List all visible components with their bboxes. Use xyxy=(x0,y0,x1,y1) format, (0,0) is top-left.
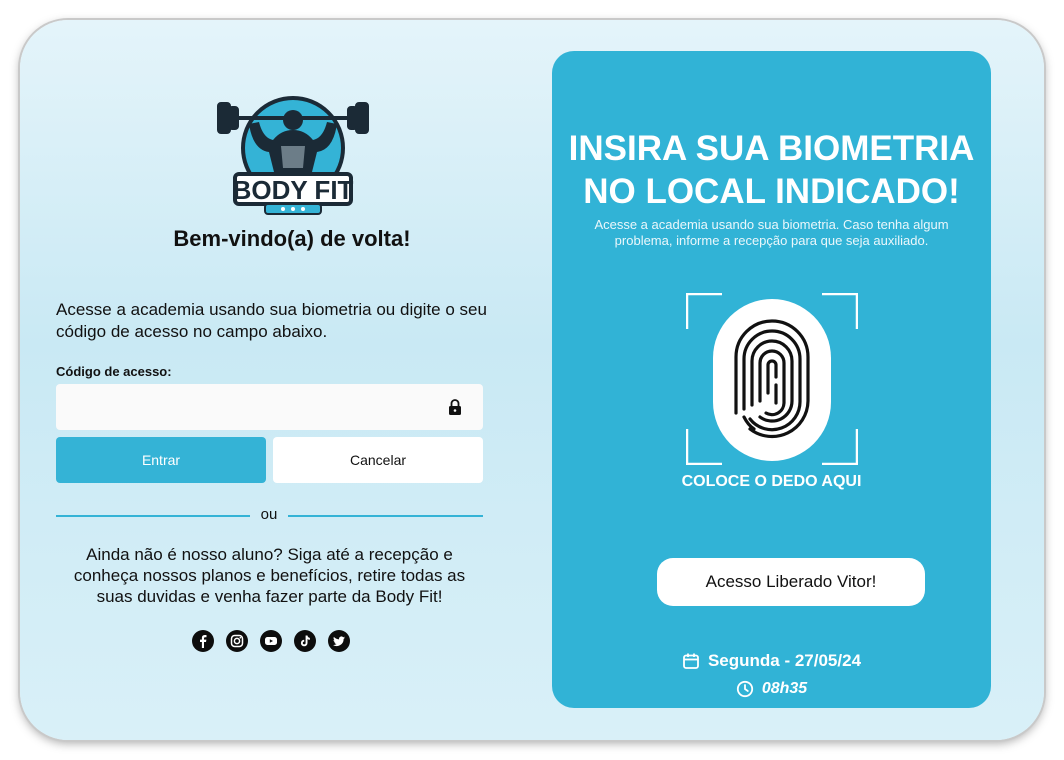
biometric-panel: INSIRA SUA BIOMETRIA NO LOCAL INDICADO! … xyxy=(552,51,991,708)
divider-left xyxy=(56,515,250,517)
facebook-icon[interactable] xyxy=(192,630,214,652)
new-member-notice: Ainda não é nosso aluno? Siga até a rece… xyxy=(73,545,466,606)
access-code-label: Código de acesso: xyxy=(56,364,172,379)
current-date: Segunda - 27/05/24 xyxy=(707,651,862,670)
date-row: Segunda - 27/05/24 xyxy=(552,651,991,671)
biometric-title: INSIRA SUA BIOMETRIA NO LOCAL INDICADO! xyxy=(568,129,975,211)
clock-icon xyxy=(736,680,753,698)
current-time: 08h35 xyxy=(761,680,808,697)
access-status-badge: Acesso Liberado Vitor! xyxy=(657,558,925,606)
social-links xyxy=(192,630,350,652)
tiktok-icon[interactable] xyxy=(294,630,316,652)
divider-text: ou xyxy=(260,506,278,523)
lock-icon xyxy=(449,399,461,415)
place-finger-label: COLOCE O DEDO AQUI xyxy=(681,473,862,490)
calendar-icon xyxy=(683,653,699,669)
divider-right xyxy=(288,515,483,517)
access-code-input[interactable] xyxy=(56,384,483,430)
cancel-button[interactable]: Cancelar xyxy=(273,437,483,483)
biometric-subtitle: Acesse a academia usando sua biometria. … xyxy=(594,217,949,248)
youtube-icon[interactable] xyxy=(260,630,282,652)
welcome-heading: Bem-vindo(a) de volta! xyxy=(173,226,411,251)
logo-text: BODY FIT xyxy=(233,175,354,205)
fingerprint-icon xyxy=(734,319,810,439)
login-card: BODY FIT Bem-vindo(a) de volta! Acesse a… xyxy=(20,20,1044,740)
instagram-icon[interactable] xyxy=(226,630,248,652)
intro-text: Acesse a academia usando sua biometria o… xyxy=(56,300,487,341)
enter-button[interactable]: Entrar xyxy=(56,437,266,483)
body-fit-logo: BODY FIT xyxy=(217,96,369,215)
twitter-icon[interactable] xyxy=(328,630,350,652)
time-row: 08h35 xyxy=(552,680,991,698)
